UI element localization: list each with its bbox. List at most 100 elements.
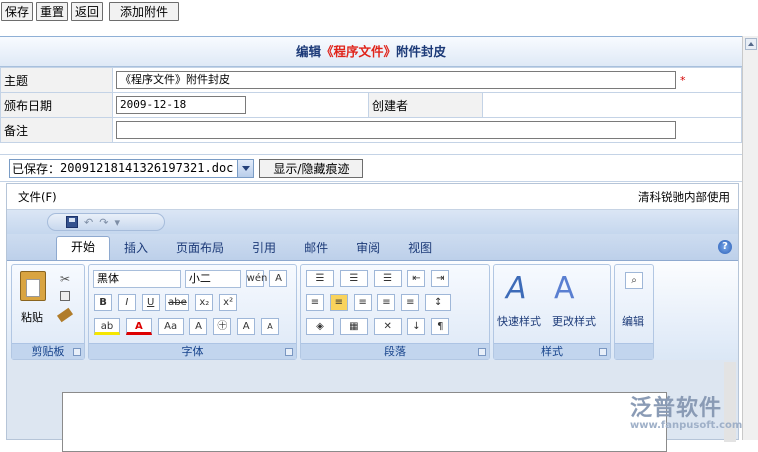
group-editing: ⌕ 编辑 (614, 264, 654, 360)
format-painter-icon[interactable] (56, 307, 74, 323)
save-button[interactable]: 保存 (1, 2, 34, 21)
customize-icon[interactable]: ▾ (114, 216, 120, 229)
multilevel-list-icon[interactable]: ☰ (373, 270, 402, 287)
document-canvas[interactable] (62, 392, 667, 452)
undo-icon[interactable]: ↶ (84, 216, 93, 229)
distribute-icon[interactable]: ≡ (401, 294, 420, 311)
quick-access-toolbar: ↶ ↷ ▾ (47, 213, 165, 231)
increase-indent-icon[interactable]: ⇥ (431, 270, 450, 287)
align-right-icon[interactable]: ≡ (353, 294, 372, 311)
bold-icon[interactable]: B (94, 294, 112, 311)
shrink-font-icon[interactable]: A (260, 318, 279, 335)
saved-file-bar: 已保存： 20091218141326197321.doc 显示/隐藏痕迹 (0, 154, 742, 182)
add-attachment-button[interactable]: 添加附件 (109, 2, 180, 21)
highlight-icon[interactable]: ab (94, 318, 120, 335)
tab-references[interactable]: 引用 (238, 238, 290, 260)
superscript-icon[interactable]: x² (219, 294, 238, 311)
help-icon[interactable]: ? (718, 240, 732, 254)
asian-layout-icon[interactable]: ✕ (373, 318, 402, 335)
font-launcher-icon[interactable] (285, 348, 293, 356)
scroll-up-icon[interactable] (745, 38, 757, 50)
tab-page-layout[interactable]: 页面布局 (162, 238, 238, 260)
note-cell (112, 117, 742, 143)
line-spacing-icon[interactable]: ↕ (425, 294, 452, 311)
bullets-icon[interactable]: ☰ (306, 270, 334, 287)
creator-value (482, 92, 742, 118)
clipboard-launcher-icon[interactable] (73, 348, 81, 356)
subject-input[interactable]: 《程序文件》附件封皮 (116, 71, 676, 89)
font-name-select[interactable]: 黑体 (93, 269, 181, 288)
date-input[interactable]: 2009-12-18 (116, 96, 246, 114)
paragraph-launcher-icon[interactable] (478, 348, 486, 356)
reset-button[interactable]: 重置 (36, 2, 69, 21)
top-toolbar: 保存 重置 返回 添加附件 (1, 2, 180, 22)
cut-icon[interactable]: ✂ (60, 272, 70, 286)
phonetic-guide-icon[interactable]: wén (245, 270, 267, 287)
edit-label[interactable]: 编辑 (622, 313, 644, 329)
tab-home[interactable]: 开始 (56, 236, 111, 260)
saved-file-name: 20091218141326197321.doc (60, 161, 234, 175)
date-cell: 2009-12-18 (112, 92, 369, 118)
font-size-select[interactable]: 小二 (184, 269, 241, 288)
char-shading-icon[interactable]: A (189, 318, 208, 335)
styles-launcher-icon[interactable] (599, 348, 607, 356)
quick-styles-label[interactable]: 快速样式 (497, 313, 541, 329)
show-marks-icon[interactable]: ¶ (431, 318, 450, 335)
group-paragraph-label: 段落 (301, 343, 489, 359)
justify-icon[interactable]: ≡ (377, 294, 396, 311)
grow-font-icon[interactable]: A (237, 318, 256, 335)
save-icon[interactable] (66, 216, 78, 228)
creator-label: 创建者 (368, 92, 483, 118)
watermark-logo: 泛普软件 www.fanpusoft.com (630, 390, 742, 431)
borders-icon[interactable]: ▦ (339, 318, 368, 335)
redo-icon[interactable]: ↷ (99, 216, 108, 229)
saved-label: 已保存： (12, 161, 61, 176)
numbering-icon[interactable]: ☰ (339, 270, 368, 287)
note-input[interactable] (116, 121, 676, 139)
sort-icon[interactable]: ↓ (407, 318, 426, 335)
tab-insert[interactable]: 插入 (110, 238, 162, 260)
paste-label[interactable]: 粘贴 (21, 309, 43, 325)
watermark-url: www.fanpusoft.com (630, 420, 743, 431)
change-styles-icon[interactable]: A (554, 271, 575, 306)
subscript-icon[interactable]: x₂ (195, 294, 214, 311)
align-center-icon[interactable]: ≡ (329, 294, 348, 311)
find-icon[interactable]: ⌕ (625, 272, 643, 289)
subject-cell: 《程序文件》附件封皮 * (112, 67, 742, 93)
title-highlight: 《程序文件》 (320, 44, 396, 59)
page-scrollbar[interactable] (742, 36, 758, 440)
chevron-down-icon[interactable] (237, 159, 254, 177)
group-editing-label (615, 343, 653, 359)
paste-icon[interactable] (20, 271, 46, 301)
italic-icon[interactable]: I (117, 294, 136, 311)
toggle-revisions-button[interactable]: 显示/隐藏痕迹 (259, 158, 364, 178)
char-border-icon[interactable]: A (269, 270, 288, 287)
subject-label: 主题 (0, 67, 113, 93)
shading-icon[interactable]: ◈ (306, 318, 334, 335)
menu-file[interactable]: 文件(F) (18, 189, 57, 205)
group-styles-label: 样式 (494, 343, 610, 359)
watermark-text: 泛普软件 (630, 396, 723, 421)
underline-icon[interactable]: U (141, 294, 160, 311)
font-color-icon[interactable]: A (125, 318, 152, 335)
group-font: 黑体 小二 wén A B I U abe x₂ x² ab A Aa A ㊉ … (88, 264, 297, 360)
font-size-value: 小二 (188, 271, 211, 285)
tab-review[interactable]: 审阅 (342, 238, 394, 260)
decrease-indent-icon[interactable]: ⇤ (407, 270, 426, 287)
quick-access-bar: ↶ ↷ ▾ (7, 210, 738, 234)
back-button[interactable]: 返回 (71, 2, 104, 21)
change-case-icon[interactable]: Aa (157, 318, 184, 335)
quick-styles-icon[interactable]: A (506, 271, 527, 306)
tab-mailings[interactable]: 邮件 (290, 238, 342, 260)
change-styles-label[interactable]: 更改样式 (552, 313, 596, 329)
group-font-label: 字体 (89, 343, 296, 359)
ribbon-tabs: 开始 插入 页面布局 引用 邮件 审阅 视图 ? (7, 234, 738, 260)
strikethrough-icon[interactable]: abe (165, 294, 190, 311)
date-label: 颁布日期 (0, 92, 113, 118)
copy-icon[interactable] (60, 291, 70, 301)
enclose-char-icon[interactable]: ㊉ (213, 318, 232, 335)
saved-file-select[interactable]: 已保存： 20091218141326197321.doc (9, 158, 255, 178)
align-left-icon[interactable]: ≡ (306, 294, 324, 311)
tab-view[interactable]: 视图 (394, 238, 446, 260)
group-clipboard: 粘贴 ✂ 剪贴板 (11, 264, 85, 360)
